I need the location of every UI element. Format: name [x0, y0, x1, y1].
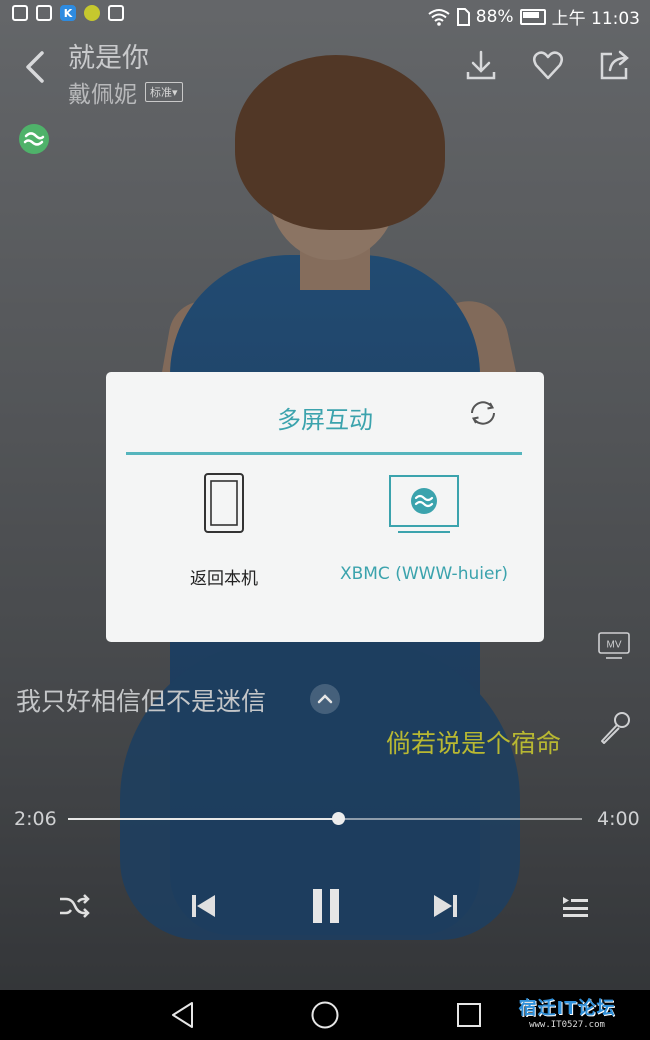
watermark-sub: www.IT0527.com: [529, 1020, 605, 1030]
clock: 上午 11:03: [551, 9, 640, 29]
wifi-icon: [428, 8, 450, 26]
shuffle-button[interactable]: [56, 888, 92, 924]
nav-recents-icon[interactable]: [454, 1000, 484, 1030]
time-total: 4:00: [597, 808, 640, 830]
lock-icon: [12, 5, 28, 21]
forum-watermark: 宿迁IT论坛 www.IT0527.com: [512, 994, 622, 1032]
lyric-next-line: 倘若说是个宿命: [386, 729, 562, 758]
watermark-main: 宿迁IT论坛: [518, 998, 616, 1019]
download-icon[interactable]: [464, 48, 498, 82]
playlist-button[interactable]: [557, 888, 593, 924]
quality-selector[interactable]: 标准▾: [145, 82, 183, 102]
skip-next-icon: [434, 895, 457, 917]
sim-icon: [456, 7, 470, 26]
device-xbmc[interactable]: XBMC (WWW-huier): [324, 472, 524, 584]
artist-row: 戴佩妮 标准▾: [68, 75, 183, 109]
app-round-icon: [84, 5, 100, 21]
progress-fill: [68, 818, 338, 820]
playlist-icon: [563, 897, 588, 917]
pause-icon: [313, 889, 339, 923]
device-xbmc-label: XBMC (WWW-huier): [339, 564, 509, 584]
cast-active-icon[interactable]: [18, 123, 50, 155]
multiscreen-dialog: 多屏互动 返回本机 XBMC (WWW-huier): [106, 372, 544, 642]
device-local-label: 返回本机: [190, 569, 258, 589]
progress-bar[interactable]: [68, 812, 582, 825]
tv-cast-icon: [389, 475, 459, 533]
mv-label: MV: [607, 640, 622, 651]
refresh-icon[interactable]: [468, 398, 498, 428]
nav-home-icon[interactable]: [310, 1000, 340, 1030]
time-elapsed: 2:06: [14, 808, 57, 830]
battery-percent: 88%: [475, 6, 514, 27]
dialog-divider: [126, 452, 522, 455]
lyrics-expand-button[interactable]: [310, 684, 340, 714]
microphone-icon[interactable]: [598, 710, 632, 746]
previous-button[interactable]: [185, 888, 221, 924]
quality-label: 标准: [150, 86, 172, 99]
lyric-current-line: 我只好相信但不是迷信: [16, 687, 267, 716]
k-app-icon: K: [60, 5, 76, 21]
share-icon[interactable]: [598, 48, 632, 82]
nav-back-icon[interactable]: [168, 1000, 198, 1030]
next-button[interactable]: [428, 888, 464, 924]
pause-button[interactable]: [306, 886, 346, 926]
status-bar: K 88% 上午 11:03: [0, 0, 650, 30]
progress-thumb[interactable]: [331, 812, 345, 825]
image-icon: [36, 5, 52, 21]
back-icon[interactable]: [22, 50, 50, 84]
phone-icon: [204, 473, 244, 533]
song-title: 就是你: [68, 43, 149, 74]
battery-icon: [519, 8, 546, 25]
shuffle-icon: [60, 894, 90, 918]
device-local[interactable]: 返回本机: [124, 472, 324, 589]
multiscreen-icon: [108, 5, 124, 21]
skip-previous-icon: [192, 895, 215, 917]
chevron-up-icon: [317, 694, 333, 704]
mv-icon[interactable]: MV: [598, 632, 630, 660]
heart-icon[interactable]: [531, 48, 565, 82]
artist-name[interactable]: 戴佩妮: [68, 75, 137, 109]
